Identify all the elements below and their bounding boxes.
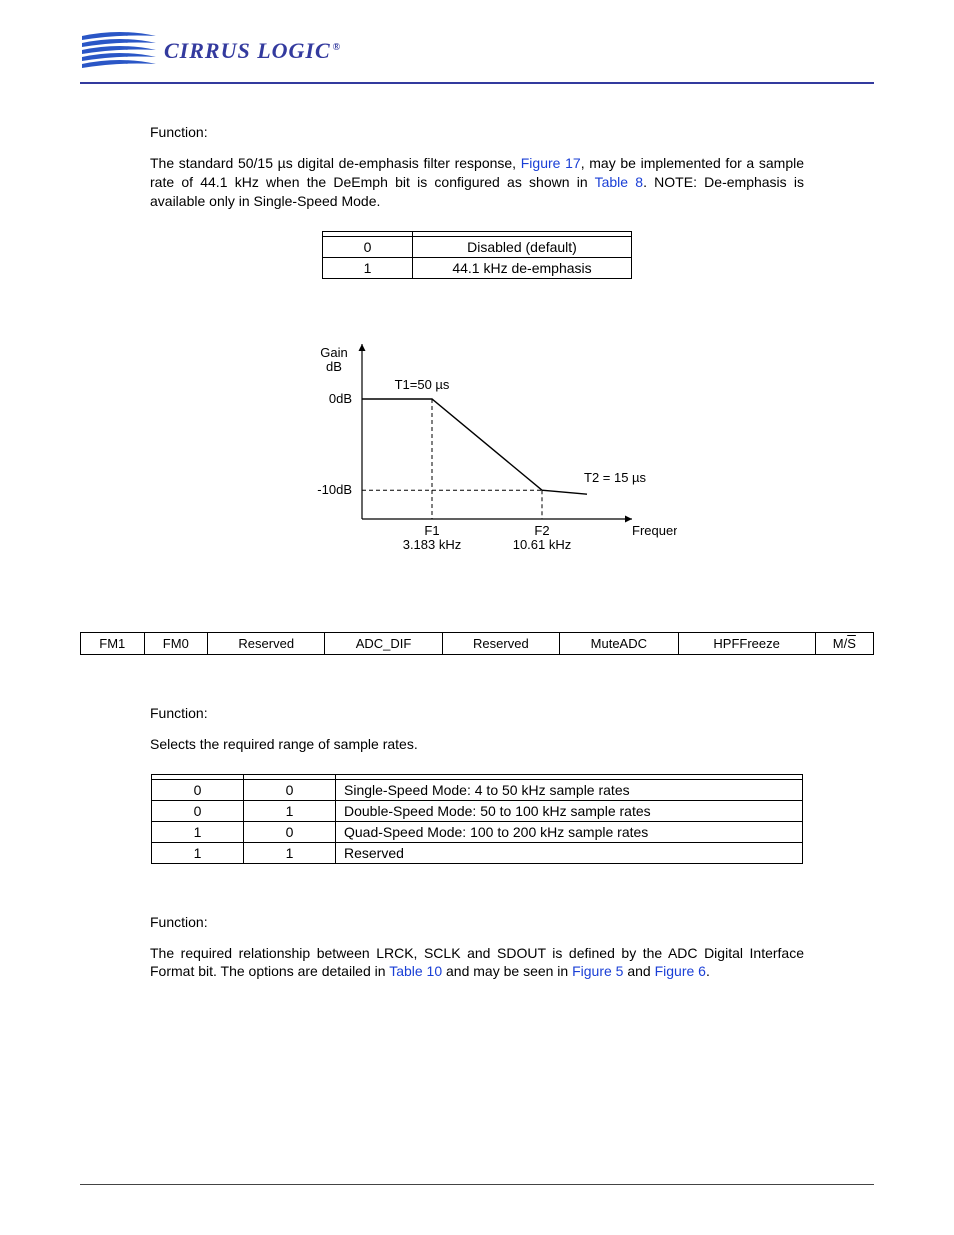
reg-cell-ms: M/S bbox=[815, 632, 873, 654]
t9-desc: Single-Speed Mode: 4 to 50 kHz sample ra… bbox=[336, 779, 803, 800]
t9-col1: 1 bbox=[152, 842, 244, 863]
table-row: 1 44.1 kHz de-emphasis bbox=[323, 257, 632, 278]
table8-value: 0 bbox=[323, 236, 413, 257]
table-row: 1 1 Reserved bbox=[152, 842, 803, 863]
t9-desc: Reserved bbox=[336, 842, 803, 863]
t9-desc: Quad-Speed Mode: 100 to 200 kHz sample r… bbox=[336, 821, 803, 842]
header-logo: CIRRUS LOGIC® bbox=[80, 30, 874, 84]
logo-icon bbox=[80, 30, 158, 72]
footer-rule bbox=[80, 1184, 874, 1185]
table8-value: 1 bbox=[323, 257, 413, 278]
svg-text:Gain: Gain bbox=[320, 345, 347, 360]
svg-text:F2: F2 bbox=[534, 523, 549, 538]
reg-cell: Reserved bbox=[208, 632, 325, 654]
reg-cell: FM0 bbox=[144, 632, 208, 654]
t9-col1: 0 bbox=[152, 800, 244, 821]
table-8: 0 Disabled (default) 1 44.1 kHz de-empha… bbox=[322, 231, 632, 279]
t9-col2: 0 bbox=[244, 821, 336, 842]
table8-desc: Disabled (default) bbox=[413, 236, 632, 257]
svg-text:Frequency: Frequency bbox=[632, 523, 677, 538]
svg-text:3.183 kHz: 3.183 kHz bbox=[403, 537, 462, 552]
t9-desc: Double-Speed Mode: 50 to 100 kHz sample … bbox=[336, 800, 803, 821]
section1-paragraph: The standard 50/15 µs digital de-emphasi… bbox=[150, 154, 804, 211]
figure-17-chart: 0dB -10dB GaindB F13.183 kHz F210.61 kHz Freq… bbox=[277, 329, 677, 572]
reg-cell: FM1 bbox=[81, 632, 145, 654]
section2-heading: Function: bbox=[150, 705, 804, 721]
link-figure-5[interactable]: Figure 5 bbox=[572, 963, 623, 979]
link-figure-6[interactable]: Figure 6 bbox=[655, 963, 706, 979]
section3-paragraph: The required relationship between LRCK, … bbox=[150, 944, 804, 982]
reg-cell: HPFFreeze bbox=[678, 632, 815, 654]
svg-text:0dB: 0dB bbox=[329, 391, 352, 406]
svg-text:F1: F1 bbox=[424, 523, 439, 538]
table-row: 1 0 Quad-Speed Mode: 100 to 200 kHz samp… bbox=[152, 821, 803, 842]
svg-text:T1=50 µs: T1=50 µs bbox=[395, 377, 450, 392]
svg-text:10.61 kHz: 10.61 kHz bbox=[513, 537, 572, 552]
reg-cell: Reserved bbox=[442, 632, 559, 654]
link-figure-17[interactable]: Figure 17 bbox=[521, 155, 581, 171]
table-row: 0 1 Double-Speed Mode: 50 to 100 kHz sam… bbox=[152, 800, 803, 821]
link-table-8[interactable]: Table 8 bbox=[595, 174, 643, 190]
table-row: FM1 FM0 Reserved ADC_DIF Reserved MuteAD… bbox=[81, 632, 874, 654]
t9-col2: 0 bbox=[244, 779, 336, 800]
svg-text:dB: dB bbox=[326, 359, 342, 374]
section3-heading: Function: bbox=[150, 914, 804, 930]
t9-col1: 1 bbox=[152, 821, 244, 842]
table-row: 0 0 Single-Speed Mode: 4 to 50 kHz sampl… bbox=[152, 779, 803, 800]
logo-text: CIRRUS LOGIC® bbox=[164, 38, 341, 64]
t9-col2: 1 bbox=[244, 800, 336, 821]
register-bits-table: FM1 FM0 Reserved ADC_DIF Reserved MuteAD… bbox=[80, 632, 874, 655]
svg-text:T2 = 15 µs: T2 = 15 µs bbox=[584, 470, 647, 485]
svg-text:-10dB: -10dB bbox=[317, 482, 352, 497]
reg-cell: MuteADC bbox=[560, 632, 679, 654]
reg-cell: ADC_DIF bbox=[325, 632, 442, 654]
table-row: 0 Disabled (default) bbox=[323, 236, 632, 257]
table8-desc: 44.1 kHz de-emphasis bbox=[413, 257, 632, 278]
link-table-10[interactable]: Table 10 bbox=[389, 963, 442, 979]
section2-paragraph: Selects the required range of sample rat… bbox=[150, 735, 804, 754]
t9-col1: 0 bbox=[152, 779, 244, 800]
t9-col2: 1 bbox=[244, 842, 336, 863]
table-9: 0 0 Single-Speed Mode: 4 to 50 kHz sampl… bbox=[151, 774, 803, 864]
section1-heading: Function: bbox=[150, 124, 804, 140]
